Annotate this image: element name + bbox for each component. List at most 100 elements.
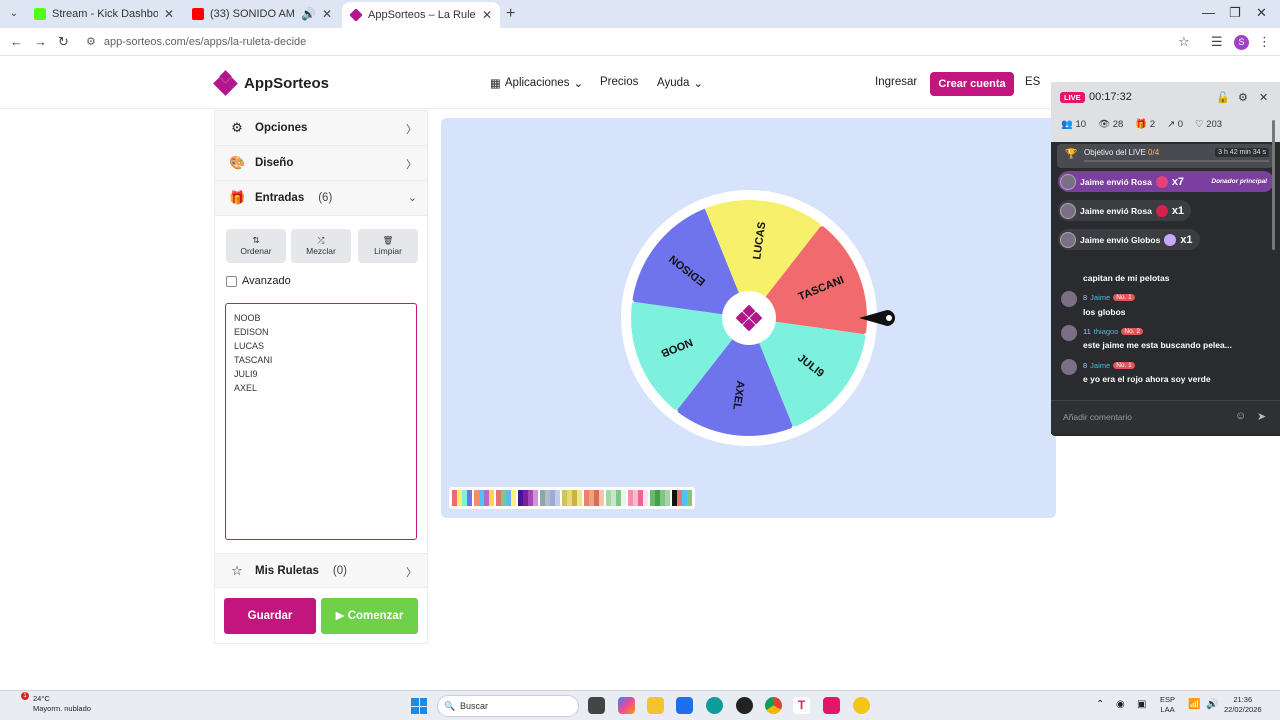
wheel-stage: LUCAS TASCANI JULI9 AXEL NOOB EDISON xyxy=(441,118,1056,518)
sort-icon: ⇅ xyxy=(252,235,260,245)
profile-avatar[interactable]: S xyxy=(1234,35,1249,50)
copilot-icon[interactable] xyxy=(618,697,635,714)
palette-swatch[interactable] xyxy=(584,490,604,506)
weather-widget[interactable]: 24°C Mayorm. nublado xyxy=(10,694,91,714)
tab-kick[interactable]: Stream - Kick Dashboard ✕ xyxy=(26,3,182,25)
chat-user-meta: 8 Jaime No. 1 xyxy=(1083,293,1135,302)
typora-icon[interactable]: T xyxy=(793,697,810,714)
task-view-icon[interactable] xyxy=(588,697,605,714)
send-icon[interactable]: ➤ xyxy=(1257,410,1266,423)
close-icon[interactable]: ✕ xyxy=(164,7,174,21)
palette-swatch[interactable] xyxy=(496,490,516,506)
site-info-icon[interactable]: ⚙ xyxy=(86,36,96,48)
palette-swatch[interactable] xyxy=(672,490,692,506)
chrome-icon[interactable] xyxy=(765,697,782,714)
wifi-icon[interactable]: 📶 xyxy=(1188,700,1200,710)
forward-icon[interactable]: → xyxy=(34,34,47,49)
store-icon[interactable] xyxy=(676,697,693,714)
site-logo[interactable]: AppSorteos xyxy=(213,70,329,96)
entries-textarea[interactable]: NOOB EDISON LUCAS TASCANI JULI9 AXEL xyxy=(225,303,417,540)
minimize-icon[interactable]: — xyxy=(1202,5,1215,20)
tray-chevron-icon[interactable]: ⌃ xyxy=(1096,700,1104,710)
window-close-icon[interactable]: ✕ xyxy=(1256,5,1267,21)
wheel-hub[interactable] xyxy=(722,291,776,345)
more-menu-icon[interactable]: ⋮ xyxy=(1258,34,1271,50)
avatar xyxy=(1060,231,1076,248)
nav-prices[interactable]: Precios xyxy=(600,76,638,88)
bookmark-star-icon[interactable]: ☆ xyxy=(1178,34,1190,50)
rose-gift-icon xyxy=(1155,175,1168,188)
url-field[interactable]: ⚙ app-sorteos.com/es/apps/la-ruleta-decid… xyxy=(86,35,306,48)
clock[interactable]: 21:36 22/02/2026 xyxy=(1224,695,1262,715)
reload-icon[interactable]: ↻ xyxy=(58,34,69,50)
save-button[interactable]: Guardar xyxy=(224,598,316,634)
close-icon[interactable]: ✕ xyxy=(322,7,332,21)
apps-grid-icon: ▦ xyxy=(490,78,501,90)
lock-icon[interactable]: 🔓 xyxy=(1216,91,1230,104)
trophy-icon: 🏆 xyxy=(1065,149,1078,160)
shares-stat: ↗ 0 xyxy=(1167,119,1184,130)
gift-row: Jaime envió Rosa x1 xyxy=(1058,200,1192,221)
start-button[interactable]: ▶ Comenzar xyxy=(321,598,418,634)
tab-youtube[interactable]: (33) SONIDO AMBIENTAL D 🔊 ✕ xyxy=(184,3,340,25)
palette-selector[interactable] xyxy=(449,487,695,509)
reading-list-icon[interactable]: ☰ xyxy=(1211,34,1223,50)
language-select[interactable]: ES xyxy=(1025,76,1040,88)
balloons-gift-icon xyxy=(1164,233,1177,246)
chevron-down-icon: ⌄ xyxy=(407,192,417,204)
design-section[interactable]: 🎨 Diseño 〉 xyxy=(215,146,427,181)
nav-help[interactable]: Ayuda ⌄ xyxy=(657,76,703,90)
tray-app2-icon[interactable]: ▣ xyxy=(1137,700,1146,710)
gift-icon: 🎁 xyxy=(1135,119,1148,130)
advanced-checkbox[interactable] xyxy=(226,275,237,287)
windows-start-icon[interactable] xyxy=(411,698,427,714)
palette-swatch[interactable] xyxy=(518,490,538,506)
new-tab-icon[interactable]: + xyxy=(506,5,515,23)
obs-icon[interactable] xyxy=(736,697,753,714)
shuffle-button[interactable]: ⤮ Mezclar xyxy=(291,229,351,263)
chat-user-meta: 8 Jaime No. 1 xyxy=(1083,361,1135,370)
my-wheels-section[interactable]: ☆ Mis Ruletas (0) 〉 xyxy=(215,553,427,588)
emoji-icon[interactable]: ☺ xyxy=(1235,410,1246,422)
speaker-icon[interactable]: 🔊 xyxy=(301,7,316,21)
tab-appsorteos[interactable]: AppSorteos – La Ruleta de la S ✕ xyxy=(342,2,500,28)
entries-section[interactable]: 🎁 Entradas (6) ⌄ xyxy=(215,181,427,216)
options-section[interactable]: ⚙ Opciones 〉 xyxy=(215,111,427,146)
live-goal: 🏆 Objetivo del LIVE 0/4 3 h 42 min 34 s xyxy=(1057,144,1273,168)
file-explorer-icon[interactable] xyxy=(647,697,664,714)
palette-swatch[interactable] xyxy=(606,490,626,506)
app-icon[interactable] xyxy=(853,697,870,714)
back-icon[interactable]: ← xyxy=(10,34,23,49)
order-button[interactable]: ⇅ Ordenar xyxy=(226,229,286,263)
chevron-right-icon: 〉 xyxy=(406,124,417,136)
palette-swatch[interactable] xyxy=(628,490,648,506)
settings-icon[interactable]: ⚙ xyxy=(1238,91,1248,104)
heart-icon: ♡ xyxy=(1195,119,1204,130)
palette-swatch[interactable] xyxy=(474,490,494,506)
comment-input[interactable]: Añadir comentario ☺ ➤ xyxy=(1051,400,1280,434)
volume-icon[interactable]: 🔊 xyxy=(1206,700,1218,710)
scrollbar[interactable] xyxy=(1272,120,1275,250)
gift-icon: 🎁 xyxy=(229,190,246,205)
tiktok-icon[interactable] xyxy=(823,697,840,714)
close-icon[interactable]: ✕ xyxy=(482,8,492,22)
logo-diamond-icon xyxy=(213,70,238,96)
palette-swatch[interactable] xyxy=(540,490,560,506)
palette-swatch[interactable] xyxy=(452,490,472,506)
wheel-peg xyxy=(630,300,634,304)
wheel[interactable]: LUCASTASCANIJULI9AXELNOOBEDISON xyxy=(615,186,905,450)
language-indicator[interactable]: ESP LAA xyxy=(1160,695,1175,715)
nav-apps[interactable]: ▦ Aplicaciones ⌄ xyxy=(490,76,583,90)
edge-icon[interactable] xyxy=(706,697,723,714)
tab-search-chevron-icon[interactable]: ⌄ xyxy=(6,6,22,22)
palette-swatch[interactable] xyxy=(650,490,670,506)
taskbar-search[interactable]: Buscar xyxy=(437,695,579,717)
advanced-toggle[interactable]: Avanzado xyxy=(226,275,291,287)
palette-swatch[interactable] xyxy=(562,490,582,506)
close-icon[interactable]: ✕ xyxy=(1259,91,1268,104)
restore-icon[interactable]: ❐ xyxy=(1229,5,1241,21)
login-link[interactable]: Ingresar xyxy=(875,76,917,88)
clear-button[interactable]: 🗑 Limpiar xyxy=(358,229,418,263)
tray-app-icon[interactable]: ◉ xyxy=(1116,700,1125,710)
create-account-button[interactable]: Crear cuenta xyxy=(930,72,1014,96)
